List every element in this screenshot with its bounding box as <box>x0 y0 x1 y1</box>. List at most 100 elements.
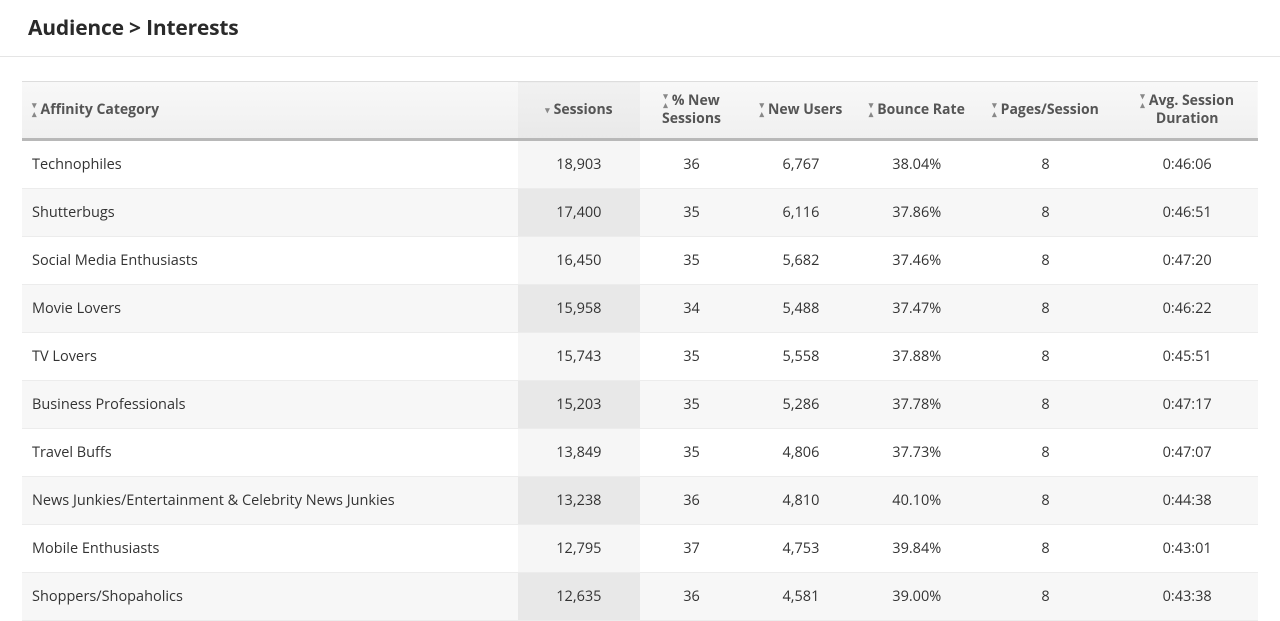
cell-affinity: Movie Lovers <box>22 284 518 332</box>
col-header-bounce[interactable]: ▾▴Bounce Rate <box>859 82 975 140</box>
cell-bounce: 37.78% <box>859 380 975 428</box>
table-row[interactable]: Business Professionals15,203355,28637.78… <box>22 380 1258 428</box>
cell-sessions: 15,203 <box>518 380 640 428</box>
cell-affinity: Social Media Enthusiasts <box>22 236 518 284</box>
table-row[interactable]: Shoppers/Shopaholics12,635364,58139.00%8… <box>22 572 1258 620</box>
cell-duration: 0:47:07 <box>1116 428 1258 476</box>
table-body: Technophiles18,903366,76738.04%80:46:06S… <box>22 139 1258 620</box>
cell-new-users: 4,753 <box>743 524 859 572</box>
cell-pct-new: 35 <box>640 236 743 284</box>
cell-pages: 8 <box>975 139 1117 188</box>
cell-duration: 0:43:38 <box>1116 572 1258 620</box>
table-row[interactable]: News Junkies/Entertainment & Celebrity N… <box>22 476 1258 524</box>
cell-duration: 0:46:06 <box>1116 139 1258 188</box>
cell-bounce: 37.86% <box>859 188 975 236</box>
cell-pages: 8 <box>975 572 1117 620</box>
cell-pct-new: 36 <box>640 139 743 188</box>
cell-new-users: 4,810 <box>743 476 859 524</box>
cell-bounce: 39.84% <box>859 524 975 572</box>
content-area: ▾▴Affinity Category ▾Sessions ▾▴% New Se… <box>0 57 1280 621</box>
cell-bounce: 40.10% <box>859 476 975 524</box>
col-header-duration[interactable]: ▾▴Avg. Session Duration <box>1116 82 1258 140</box>
cell-pct-new: 35 <box>640 332 743 380</box>
cell-pages: 8 <box>975 236 1117 284</box>
cell-new-users: 5,682 <box>743 236 859 284</box>
cell-new-users: 5,286 <box>743 380 859 428</box>
cell-pages: 8 <box>975 428 1117 476</box>
sort-both-icon: ▾▴ <box>869 100 874 118</box>
col-header-sessions[interactable]: ▾ Sessions <box>518 82 640 140</box>
col-label: Sessions <box>554 100 613 119</box>
cell-pages: 8 <box>975 380 1117 428</box>
cell-bounce: 37.47% <box>859 284 975 332</box>
cell-pages: 8 <box>975 524 1117 572</box>
table-row[interactable]: Technophiles18,903366,76738.04%80:46:06 <box>22 139 1258 188</box>
cell-sessions: 12,795 <box>518 524 640 572</box>
col-header-pct-new[interactable]: ▾▴% New Sessions <box>640 82 743 140</box>
cell-bounce: 37.73% <box>859 428 975 476</box>
col-header-pages[interactable]: ▾▴Pages/Session <box>975 82 1117 140</box>
cell-affinity: Technophiles <box>22 139 518 188</box>
page-header: Audience > Interests <box>0 0 1280 57</box>
sort-desc-icon: ▾ <box>545 104 550 115</box>
col-label: New Users <box>768 100 842 119</box>
table-header-row: ▾▴Affinity Category ▾Sessions ▾▴% New Se… <box>22 82 1258 140</box>
page-title: Audience > Interests <box>28 14 1252 42</box>
cell-duration: 0:47:20 <box>1116 236 1258 284</box>
cell-bounce: 39.00% <box>859 572 975 620</box>
sort-both-icon: ▾▴ <box>1140 91 1145 109</box>
interests-table: ▾▴Affinity Category ▾Sessions ▾▴% New Se… <box>22 81 1258 621</box>
table-row[interactable]: Movie Lovers15,958345,48837.47%80:46:22 <box>22 284 1258 332</box>
cell-pct-new: 36 <box>640 572 743 620</box>
cell-duration: 0:47:17 <box>1116 380 1258 428</box>
cell-duration: 0:45:51 <box>1116 332 1258 380</box>
col-label: Affinity Category <box>41 100 160 119</box>
sort-both-icon: ▾▴ <box>759 100 764 118</box>
cell-affinity: Business Professionals <box>22 380 518 428</box>
sort-both-icon: ▾▴ <box>992 100 997 118</box>
cell-sessions: 12,635 <box>518 572 640 620</box>
cell-bounce: 38.04% <box>859 139 975 188</box>
col-label: Avg. Session Duration <box>1149 91 1234 128</box>
table-row[interactable]: Travel Buffs13,849354,80637.73%80:47:07 <box>22 428 1258 476</box>
cell-affinity: Travel Buffs <box>22 428 518 476</box>
cell-sessions: 18,903 <box>518 139 640 188</box>
cell-sessions: 13,849 <box>518 428 640 476</box>
cell-bounce: 37.46% <box>859 236 975 284</box>
cell-pages: 8 <box>975 284 1117 332</box>
cell-pct-new: 37 <box>640 524 743 572</box>
cell-affinity: Shutterbugs <box>22 188 518 236</box>
cell-duration: 0:43:01 <box>1116 524 1258 572</box>
table-row[interactable]: Social Media Enthusiasts16,450355,68237.… <box>22 236 1258 284</box>
cell-pages: 8 <box>975 332 1117 380</box>
cell-sessions: 17,400 <box>518 188 640 236</box>
cell-bounce: 37.88% <box>859 332 975 380</box>
cell-affinity: TV Lovers <box>22 332 518 380</box>
cell-duration: 0:44:38 <box>1116 476 1258 524</box>
cell-pct-new: 34 <box>640 284 743 332</box>
cell-pct-new: 35 <box>640 188 743 236</box>
cell-new-users: 4,581 <box>743 572 859 620</box>
table-row[interactable]: Shutterbugs17,400356,11637.86%80:46:51 <box>22 188 1258 236</box>
col-header-affinity[interactable]: ▾▴Affinity Category <box>22 82 518 140</box>
table-row[interactable]: Mobile Enthusiasts12,795374,75339.84%80:… <box>22 524 1258 572</box>
cell-sessions: 15,743 <box>518 332 640 380</box>
cell-pages: 8 <box>975 188 1117 236</box>
col-label: % New Sessions <box>662 91 721 128</box>
table-row[interactable]: TV Lovers15,743355,55837.88%80:45:51 <box>22 332 1258 380</box>
col-label: Pages/Session <box>1001 100 1099 119</box>
cell-new-users: 6,767 <box>743 139 859 188</box>
cell-new-users: 5,488 <box>743 284 859 332</box>
col-header-new-users[interactable]: ▾▴New Users <box>743 82 859 140</box>
cell-pages: 8 <box>975 476 1117 524</box>
cell-new-users: 5,558 <box>743 332 859 380</box>
cell-pct-new: 35 <box>640 380 743 428</box>
cell-affinity: News Junkies/Entertainment & Celebrity N… <box>22 476 518 524</box>
col-label: Bounce Rate <box>877 100 965 119</box>
cell-affinity: Shoppers/Shopaholics <box>22 572 518 620</box>
cell-pct-new: 35 <box>640 428 743 476</box>
cell-affinity: Mobile Enthusiasts <box>22 524 518 572</box>
cell-sessions: 16,450 <box>518 236 640 284</box>
sort-both-icon: ▾▴ <box>32 100 37 118</box>
cell-new-users: 6,116 <box>743 188 859 236</box>
